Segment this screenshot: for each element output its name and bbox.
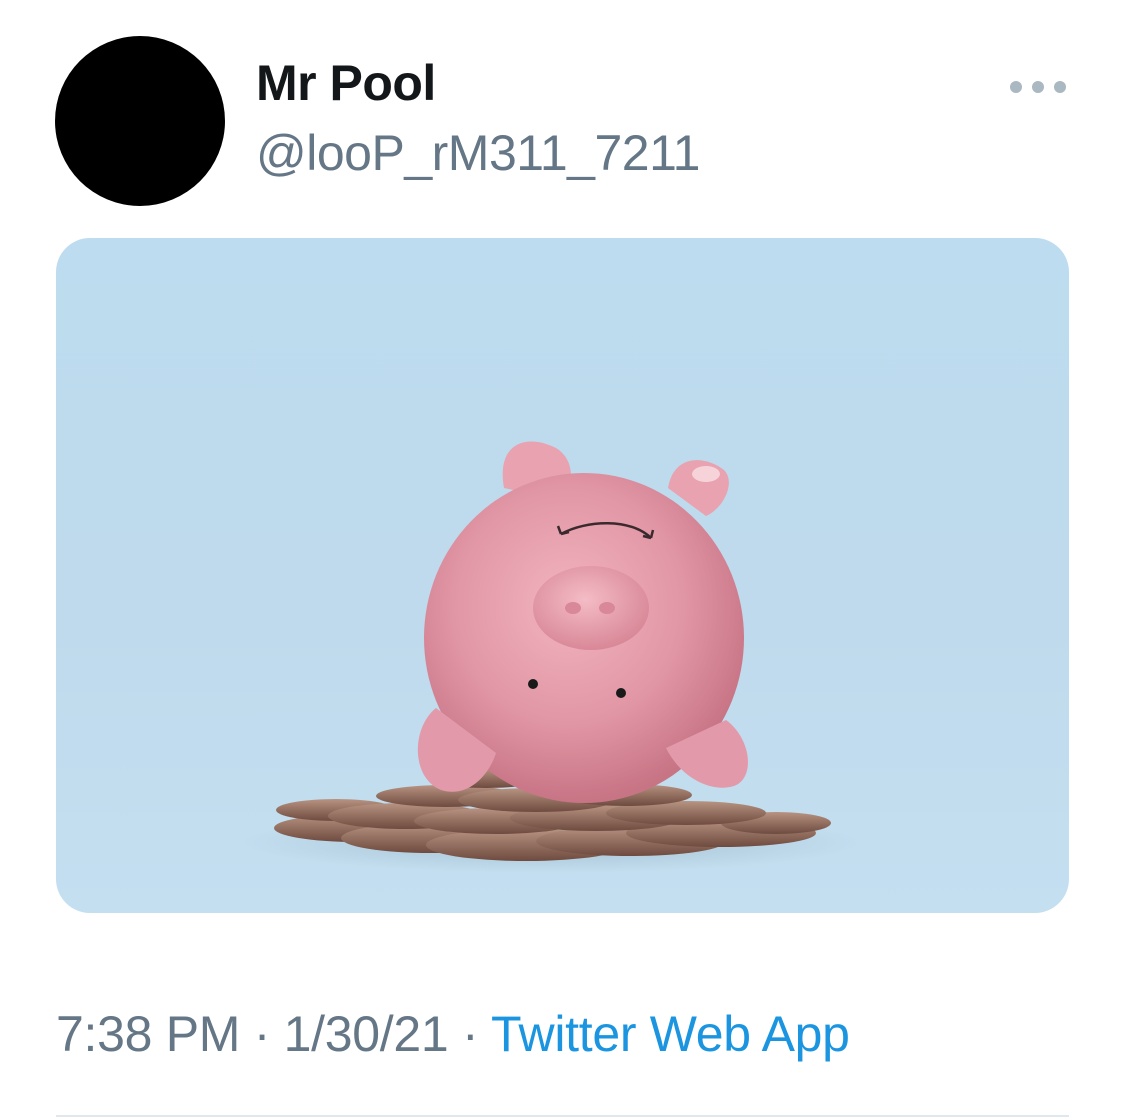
tweet-media-image[interactable] — [56, 238, 1069, 913]
meta-separator: · — [253, 1006, 271, 1062]
piggy-bank — [417, 441, 748, 803]
more-horizontal-icon-dot — [1054, 81, 1066, 93]
more-options-button[interactable] — [1010, 70, 1066, 104]
author-display-name[interactable]: Mr Pool — [256, 54, 436, 112]
meta-separator: · — [461, 1006, 479, 1062]
tweet-source-link[interactable]: Twitter Web App — [491, 1006, 850, 1062]
more-horizontal-icon — [1010, 81, 1022, 93]
tweet-metadata: 7:38 PM · 1/30/21 · Twitter Web App — [56, 1005, 850, 1063]
tweet: Mr Pool @looP_rM311_7211 7:38 PM · 1/30/… — [0, 0, 1125, 1119]
tweet-date[interactable]: 1/30/21 — [284, 1006, 449, 1062]
piggy-bank-image — [241, 441, 861, 873]
avatar[interactable] — [55, 36, 225, 206]
more-horizontal-icon-dot — [1032, 81, 1044, 93]
tweet-time[interactable]: 7:38 PM — [56, 1006, 240, 1062]
divider — [56, 1115, 1069, 1117]
author-handle[interactable]: @looP_rM311_7211 — [256, 124, 700, 182]
